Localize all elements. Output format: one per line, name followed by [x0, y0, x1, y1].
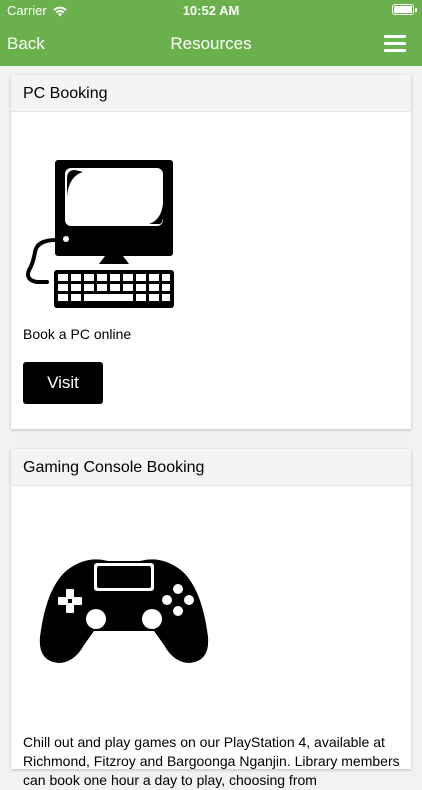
game-controller-icon [39, 559, 209, 663]
status-bar: Carrier 10:52 AM [0, 0, 422, 22]
hamburger-menu-icon[interactable] [384, 35, 406, 52]
pc-booking-card: PC Booking Book a PC online Visit [11, 75, 411, 429]
nav-bar: Back Resources [0, 24, 422, 64]
desktop-computer-icon [26, 160, 174, 308]
status-time: 10:52 AM [182, 3, 240, 18]
card-description: Book a PC online [23, 326, 132, 342]
battery-icon [392, 4, 417, 15]
page-title: Resources [170, 34, 252, 53]
gaming-console-card: Gaming Console Booking Chill out and pla… [11, 449, 411, 788]
card-title: Gaming Console Booking [11, 449, 411, 486]
card-description: Chill out and play games on our PlayStat… [23, 734, 400, 788]
card-title: PC Booking [11, 75, 411, 112]
app-header: Carrier 10:52 AM Back Resources [0, 0, 422, 66]
visit-button[interactable]: Visit [23, 362, 103, 404]
